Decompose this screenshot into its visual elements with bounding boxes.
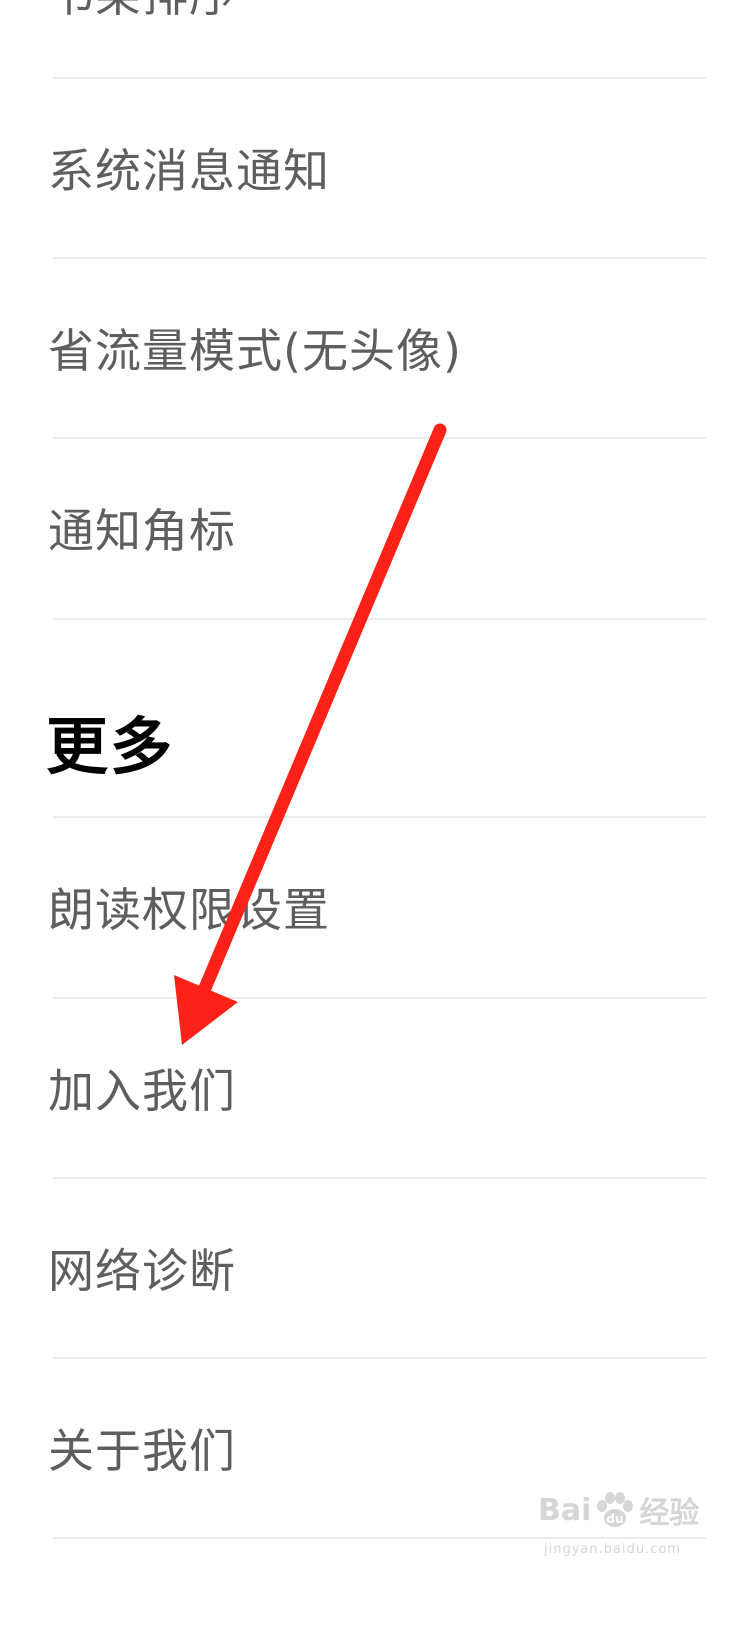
setting-item-label: 加入我们 (48, 1064, 236, 1118)
settings-screen: 书架排序 系统消息通知 省流量模式(无头像) 通知角标 更多 朗读权限设置 加入… (0, 0, 732, 1627)
setting-item-data-saving-mode[interactable]: 省流量模式(无头像) (0, 259, 732, 437)
paw-logo-icon: du (597, 1492, 634, 1527)
setting-item-label: 关于我们 (48, 1424, 236, 1478)
setting-item-label: 朗读权限设置 (48, 883, 330, 937)
setting-item-notification-badge[interactable]: 通知角标 (0, 439, 732, 617)
watermark-subtext: jingyan.baidu.com (544, 1542, 681, 1557)
setting-item-system-notification[interactable]: 系统消息通知 (0, 79, 732, 257)
setting-item-label: 省流量模式(无头像) (48, 324, 462, 378)
setting-item-bookshelf-sort[interactable]: 书架排序 (0, 0, 732, 32)
divider (53, 618, 706, 620)
watermark-brand-right: 经验 (639, 1496, 700, 1531)
setting-item-label: 通知角标 (48, 504, 236, 558)
baidu-jingyan-watermark: Bai du 经验 (538, 1488, 699, 1532)
setting-item-label: 网络诊断 (48, 1244, 236, 1298)
section-title-more: 更多 (46, 710, 175, 783)
divider (53, 1537, 706, 1539)
setting-item-label: 系统消息通知 (48, 144, 330, 198)
setting-item-join-us[interactable]: 加入我们 (0, 999, 732, 1177)
setting-item-label: 书架排序 (48, 0, 236, 25)
watermark-brand-left: Bai (538, 1492, 592, 1528)
svg-text:du: du (607, 1512, 624, 1526)
setting-item-network-diagnosis[interactable]: 网络诊断 (0, 1179, 732, 1357)
setting-item-read-aloud-permission[interactable]: 朗读权限设置 (0, 818, 732, 996)
